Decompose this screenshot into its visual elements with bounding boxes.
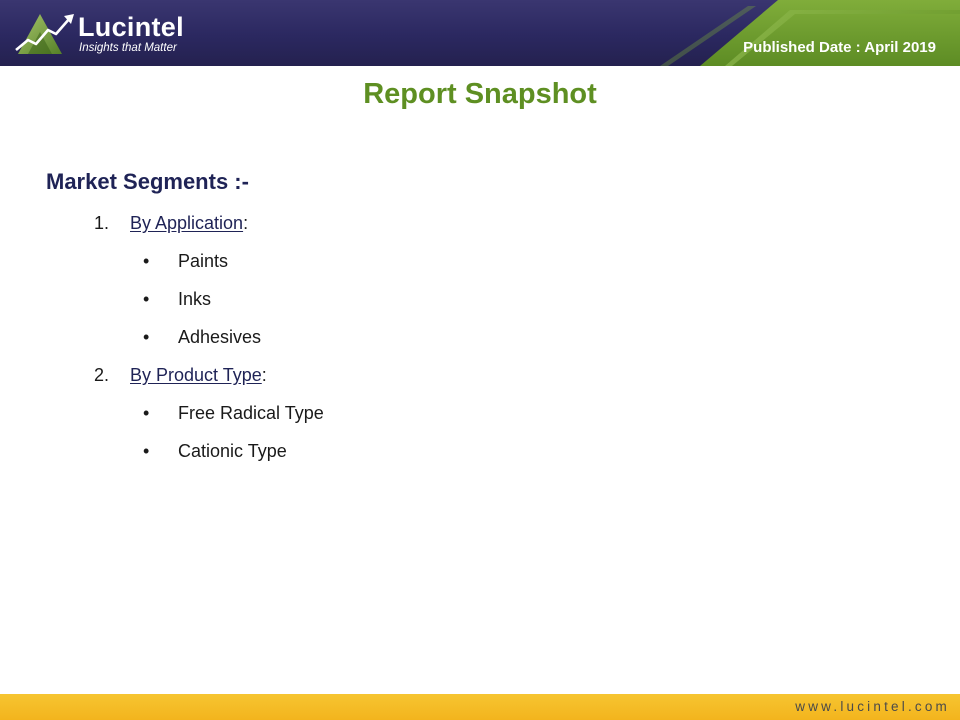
segment-list: 1. By Application: • Paints • Inks • Adh… [46, 204, 746, 470]
list-item: • Inks [46, 280, 746, 318]
list-item: • Paints [46, 242, 746, 280]
published-date: Published Date : April 2019 [743, 39, 936, 56]
bullet: • [143, 403, 150, 423]
segment-group-product-type: 2. By Product Type: [46, 356, 746, 394]
header-band: Lucintel Insights that Matter Published … [0, 0, 960, 66]
bullet: • [143, 441, 150, 461]
segment-label: By Application: [130, 204, 248, 242]
bullet: • [143, 289, 150, 309]
segment-item-text: Cationic Type [178, 441, 287, 461]
section-heading: Market Segments :- [46, 169, 249, 194]
logo-wordmark: Lucintel [78, 12, 184, 42]
website-link[interactable]: www.lucintel.com [795, 697, 950, 717]
segment-group-application: 1. By Application: [46, 204, 746, 242]
bullet: • [143, 251, 150, 271]
rising-chart-arrow-icon [15, 14, 74, 54]
segment-item-text: Paints [178, 251, 229, 271]
segment-label: By Product Type: [130, 356, 267, 394]
segment-item-text: Adhesives [178, 327, 262, 347]
segment-item-text: Free Radical Type [178, 403, 324, 423]
segment-label-suffix: : [243, 213, 249, 233]
market-segments-section: Market Segments :- 1. By Application: • … [46, 165, 746, 470]
segment-number: 2. [94, 365, 110, 385]
lucintel-logo[interactable]: Lucintel Insights that Matter [14, 8, 204, 60]
list-item: • Adhesives [46, 318, 746, 356]
bullet: • [143, 327, 150, 347]
by-product-type-link[interactable]: By Product Type [130, 365, 262, 385]
logo-tagline: Insights that Matter [79, 42, 177, 54]
list-item: • Cationic Type [46, 432, 746, 470]
page-title: Report Snapshot [363, 78, 597, 110]
footer-band: www.lucintel.com [0, 694, 960, 720]
list-item: • Free Radical Type [46, 394, 746, 432]
by-application-link[interactable]: By Application [130, 213, 243, 233]
segment-item-text: Inks [178, 289, 212, 309]
segment-label-suffix: : [261, 365, 267, 385]
segment-number: 1. [94, 213, 110, 233]
